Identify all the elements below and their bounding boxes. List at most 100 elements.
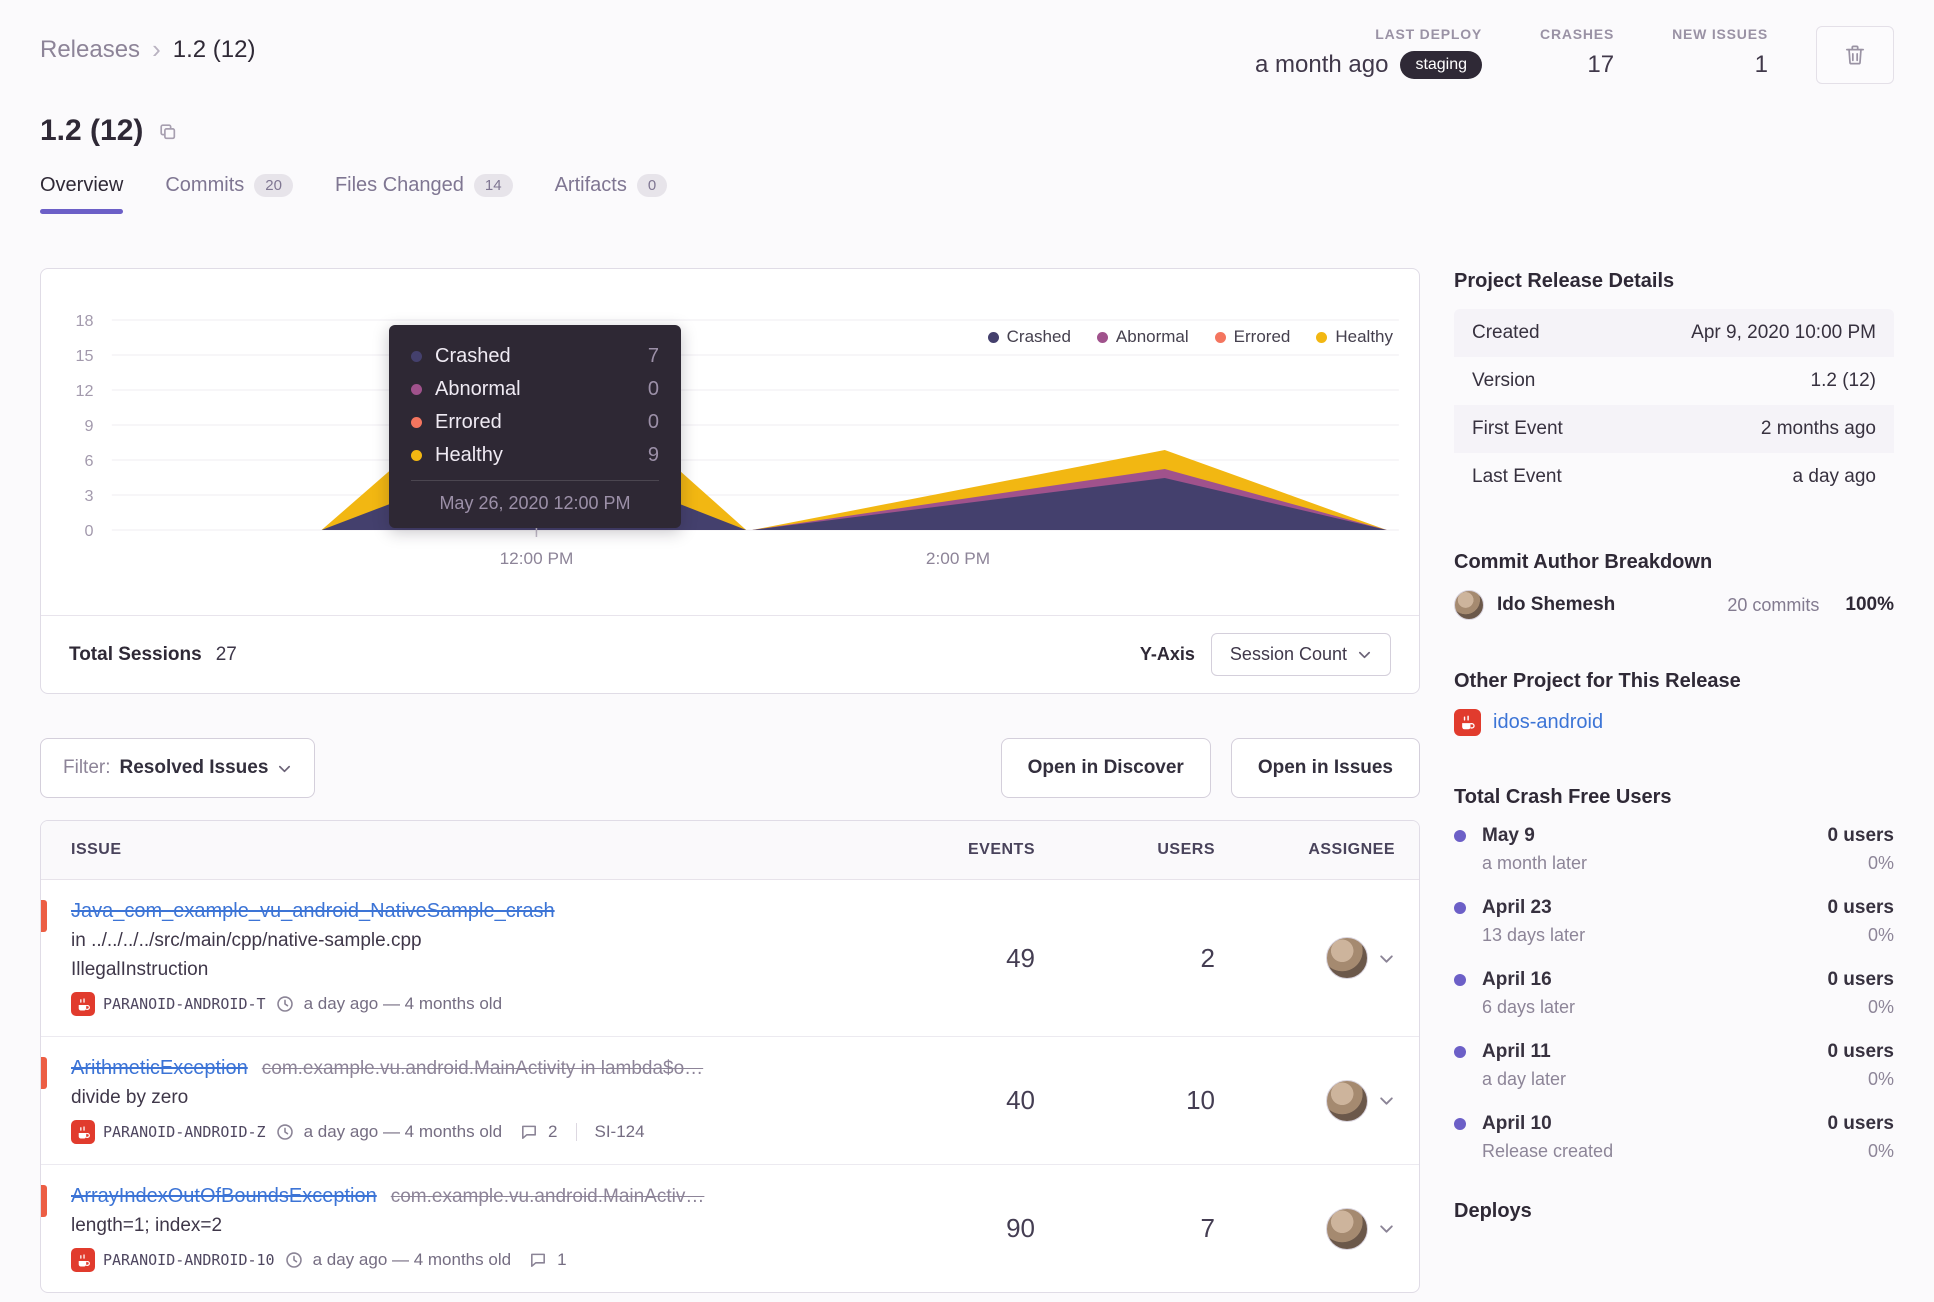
chart-footer: Total Sessions 27 Y-Axis Session Count <box>41 615 1419 693</box>
timeline-sub: 6 days later <box>1482 997 1576 1017</box>
issues-filter-dropdown[interactable]: Filter: Resolved Issues <box>40 738 316 798</box>
errored-dot-icon <box>1214 331 1226 343</box>
stat-new-issues: NEW ISSUES 1 <box>1672 26 1768 79</box>
tab-label: Overview <box>40 174 124 196</box>
timeline-percent: 0% <box>1867 1069 1894 1089</box>
assignee-avatar[interactable] <box>1326 937 1368 979</box>
timeline-sub: 13 days later <box>1482 925 1586 945</box>
crash-free-timeline: May 9 0 users a month later 0% April 23 … <box>1454 825 1894 1162</box>
tab-commits[interactable]: Commits 20 <box>165 174 293 210</box>
assignee-avatar[interactable] <box>1326 1207 1368 1250</box>
detail-row: Last Event a day ago <box>1454 453 1894 501</box>
other-project-link[interactable]: idos-android <box>1493 711 1603 734</box>
timeline-date: April 10 <box>1482 1113 1552 1134</box>
issue-title-link[interactable]: Java_com_example_vu_android_NativeSample… <box>71 900 555 923</box>
tooltip-row: Crashed 7 <box>411 345 659 368</box>
author-commit-count: 20 commits <box>1727 594 1820 615</box>
comments-icon <box>522 1125 537 1139</box>
tab-count-badge: 20 <box>254 174 293 197</box>
issue-title-link[interactable]: ArithmeticException <box>71 1057 248 1080</box>
issue-title-link[interactable]: ArrayIndexOutOfBoundsException <box>71 1185 377 1208</box>
timeline-percent: 0% <box>1867 853 1894 873</box>
delete-release-button[interactable] <box>1816 26 1894 84</box>
legend-crashed[interactable]: Crashed <box>987 327 1071 347</box>
tooltip-row: Abnormal 0 <box>411 378 659 401</box>
legend-errored[interactable]: Errored <box>1214 327 1290 347</box>
chevron-down-icon[interactable] <box>1378 1092 1395 1109</box>
column-users: USERS <box>1157 841 1215 858</box>
healthy-dot-icon <box>411 450 422 461</box>
java-project-icon <box>71 1248 95 1272</box>
project-badge[interactable]: PARANOID-ANDROID-Z <box>71 1120 266 1144</box>
timeline-percent: 0% <box>1867 997 1894 1017</box>
detail-label: Last Event <box>1472 466 1562 487</box>
detail-value: a day ago <box>1792 466 1876 487</box>
issue-culprit: in ../../../../src/main/cpp/native-sampl… <box>71 930 422 951</box>
yaxis-select[interactable]: Session Count <box>1210 633 1391 676</box>
tooltip-date: May 26, 2020 12:00 PM <box>411 480 659 514</box>
timeline-users: 0 users <box>1827 1113 1894 1134</box>
tooltip-label: Abnormal <box>435 378 521 400</box>
issue-events-count: 49 <box>1006 942 1035 973</box>
chart-legend: Crashed Abnormal Errored Healthy <box>987 327 1393 347</box>
project-badge[interactable]: PARANOID-ANDROID-T <box>71 992 266 1016</box>
project-slug: PARANOID-ANDROID-T <box>103 995 266 1013</box>
issue-row[interactable]: ArrayIndexOutOfBoundsException com.examp… <box>41 1165 1419 1292</box>
project-badge[interactable]: PARANOID-ANDROID-10 <box>71 1248 275 1272</box>
release-stats: LAST DEPLOY a month ago staging CRASHES … <box>1255 26 1768 79</box>
issue-row[interactable]: Java_com_example_vu_android_NativeSample… <box>41 880 1419 1037</box>
timeline-dot-icon <box>1454 1046 1466 1058</box>
stat-crashes: CRASHES 17 <box>1540 26 1614 79</box>
clock-icon <box>285 1252 302 1268</box>
issue-row[interactable]: ArithmeticException com.example.vu.andro… <box>41 1037 1419 1165</box>
page-header: Releases › 1.2 (12) LAST DEPLOY a month … <box>40 26 1894 84</box>
sessions-chart[interactable]: Crashed Abnormal Errored Healthy 18 15 1… <box>41 305 1419 615</box>
stat-label: NEW ISSUES <box>1672 26 1768 42</box>
timeline-users: 0 users <box>1827 825 1894 846</box>
column-assignee: ASSIGNEE <box>1308 841 1395 858</box>
y-tick: 12 <box>76 382 94 400</box>
timeline-dot-icon <box>1454 902 1466 914</box>
tab-artifacts[interactable]: Artifacts 0 <box>555 174 668 210</box>
x-tick: 2:00 PM <box>926 549 990 568</box>
author-avatar <box>1454 590 1484 620</box>
deploys-heading: Deploys <box>1454 1200 1532 1222</box>
legend-healthy[interactable]: Healthy <box>1316 327 1393 347</box>
issue-cell: Java_com_example_vu_android_NativeSample… <box>71 900 865 1016</box>
chart-tooltip: Crashed 7 Abnormal 0 Errored 0 Healthy 9… <box>389 325 681 528</box>
abnormal-dot-icon <box>411 384 422 395</box>
issue-events-count: 40 <box>1006 1085 1035 1115</box>
tooltip-value: 0 <box>647 378 659 400</box>
column-issue: ISSUE <box>71 841 122 858</box>
issue-message: divide by zero <box>71 1087 189 1108</box>
tab-files-changed[interactable]: Files Changed 14 <box>335 174 513 210</box>
copy-version-button[interactable] <box>157 121 178 142</box>
chevron-down-icon[interactable] <box>1378 950 1395 967</box>
y-tick: 9 <box>85 417 94 435</box>
crashes-value: 17 <box>1587 51 1615 78</box>
timeline-percent: 0% <box>1867 925 1894 945</box>
open-in-discover-button[interactable]: Open in Discover <box>1000 738 1211 798</box>
assignee-avatar[interactable] <box>1326 1079 1368 1122</box>
timeline-dot-icon <box>1454 830 1466 842</box>
total-sessions-label: Total Sessions <box>69 643 202 665</box>
x-tick: 12:00 PM <box>500 549 574 568</box>
timeline-date: April 23 <box>1482 897 1552 918</box>
open-in-issues-button[interactable]: Open in Issues <box>1230 738 1420 798</box>
stat-label: LAST DEPLOY <box>1375 26 1483 42</box>
tooltip-row: Healthy 9 <box>411 444 659 467</box>
other-project-heading: Other Project for This Release <box>1454 670 1741 692</box>
timeline-date: April 16 <box>1482 969 1552 990</box>
legend-label: Abnormal <box>1115 327 1189 346</box>
tab-count-badge: 14 <box>473 174 513 197</box>
breadcrumb-releases-link[interactable]: Releases <box>40 36 140 64</box>
chevron-down-icon[interactable] <box>1378 1220 1395 1237</box>
issue-cell: ArrayIndexOutOfBoundsException com.examp… <box>71 1185 865 1272</box>
detail-value: 2 months ago <box>1760 418 1876 439</box>
comments-count: 2 <box>548 1122 558 1141</box>
tab-overview[interactable]: Overview <box>40 174 124 214</box>
detail-value: Apr 9, 2020 10:00 PM <box>1691 322 1876 343</box>
project-slug: PARANOID-ANDROID-Z <box>103 1123 266 1141</box>
issue-level-indicator <box>41 1185 47 1217</box>
legend-abnormal[interactable]: Abnormal <box>1096 327 1189 347</box>
